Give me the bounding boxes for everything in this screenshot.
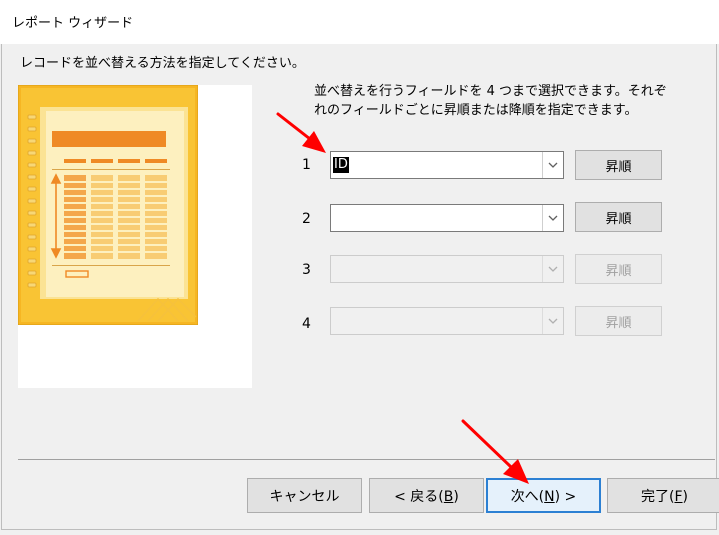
finish-label-suffix: )	[682, 488, 688, 505]
chevron-down-icon	[548, 215, 558, 221]
back-label-suffix: )	[453, 488, 459, 505]
sort-field-3-combobox[interactable]	[330, 255, 564, 283]
next-button[interactable]: 次へ(N) >	[486, 478, 601, 513]
sort-row-4-number: 4	[302, 316, 311, 332]
chevron-down-icon	[548, 162, 558, 168]
sort-row-3-number: 3	[302, 262, 311, 278]
footer-divider	[18, 459, 715, 460]
sort-field-1-value: ID	[333, 157, 349, 173]
finish-accelerator-key: F	[674, 488, 683, 505]
next-label-suffix: ) >	[554, 488, 577, 505]
next-label-prefix: 次へ(	[510, 488, 545, 505]
sort-order-2-button[interactable]: 昇順	[575, 202, 662, 232]
sort-row-2-number: 2	[302, 211, 311, 227]
instruction-text: レコードを並べ替える方法を指定してください。	[20, 56, 305, 71]
cancel-button[interactable]: キャンセル	[247, 478, 362, 513]
sort-field-2-combobox[interactable]	[330, 204, 564, 232]
sort-order-1-button[interactable]: 昇順	[575, 150, 662, 180]
finish-button[interactable]: 完了(F)	[607, 478, 719, 513]
report-preview-image	[18, 85, 198, 325]
back-label-prefix: < 戻る(	[394, 488, 444, 505]
title-bar: レポート ウィザード	[0, 0, 719, 44]
sort-field-4-dropdown-button[interactable]	[542, 308, 563, 334]
sort-field-1-combobox[interactable]: ID	[330, 151, 564, 179]
sort-order-3-button[interactable]: 昇順	[575, 254, 662, 284]
chevron-down-icon	[548, 266, 558, 272]
sort-order-4-button[interactable]: 昇順	[575, 306, 662, 336]
finish-label-prefix: 完了(	[641, 488, 675, 505]
sort-field-3-dropdown-button[interactable]	[542, 256, 563, 282]
next-accelerator-key: N	[544, 488, 555, 505]
sort-field-2-dropdown-button[interactable]	[542, 205, 563, 231]
back-accelerator-key: B	[443, 488, 454, 505]
sort-field-1-dropdown-button[interactable]	[542, 152, 563, 178]
window-title: レポート ウィザード	[12, 16, 134, 31]
back-button[interactable]: < 戻る(B)	[369, 478, 484, 513]
sort-row-1-number: 1	[302, 157, 311, 173]
chevron-down-icon	[548, 318, 558, 324]
description-line-1: 並べ替えを行うフィールドを 4 つまで選択できます。それぞ	[314, 84, 667, 99]
sort-description: 並べ替えを行うフィールドを 4 つまで選択できます。それぞ れのフィールドごとに…	[314, 82, 674, 120]
description-line-2: れのフィールドごとに昇順または降順を指定できます。	[314, 103, 638, 118]
sort-field-4-combobox[interactable]	[330, 307, 564, 335]
report-preview-panel	[18, 85, 252, 388]
